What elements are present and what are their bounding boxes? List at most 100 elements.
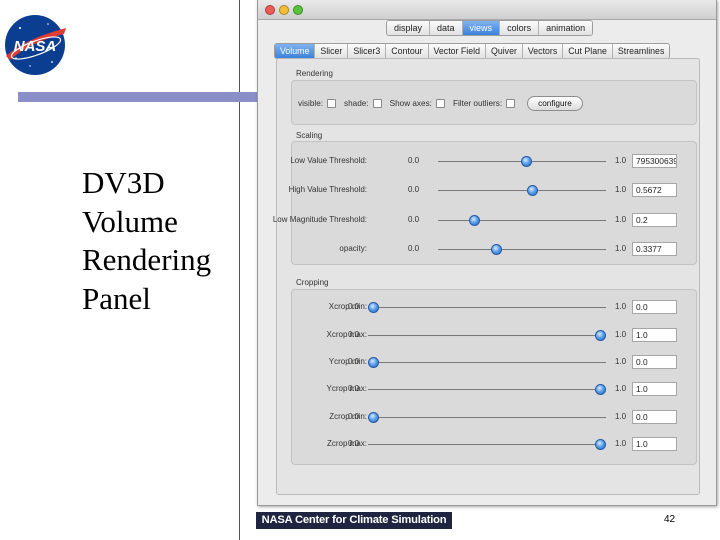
slider-knob[interactable] bbox=[368, 412, 379, 423]
slider-value-field[interactable]: 795300639 bbox=[632, 154, 677, 168]
rendering-group-label: Rendering bbox=[296, 69, 333, 78]
slider-max-label: 1.0 bbox=[615, 439, 627, 448]
slider-max-label: 1.0 bbox=[615, 244, 627, 253]
tab-animation[interactable]: animation bbox=[539, 21, 593, 35]
slider-row: Low Value Threshold: 0.0 1.0 795300639 bbox=[264, 154, 684, 169]
slider-label: Zcrop max: bbox=[326, 439, 367, 448]
slider-track[interactable] bbox=[368, 417, 606, 419]
show-axes-label: Show axes: bbox=[389, 98, 432, 108]
slider-max-label: 1.0 bbox=[615, 384, 627, 393]
slider-min-label: 0.0 bbox=[348, 384, 360, 393]
tab-vector-field[interactable]: Vector Field bbox=[428, 44, 486, 58]
slider-max-label: 1.0 bbox=[615, 357, 627, 366]
slider-knob[interactable] bbox=[491, 244, 503, 255]
cropping-group-label: Cropping bbox=[296, 278, 329, 287]
slider-track[interactable] bbox=[438, 220, 606, 222]
tab-streamlines[interactable]: Streamlines bbox=[612, 44, 670, 58]
slider-min-label: 0.0 bbox=[348, 412, 360, 421]
volume-settings-pane bbox=[276, 58, 700, 495]
slider-value-field[interactable]: 0.3377 bbox=[632, 242, 677, 256]
slider-row: opacity: 0.0 1.0 0.3377 bbox=[264, 242, 684, 257]
shade-checkbox[interactable] bbox=[372, 98, 382, 108]
slide-title-line: Panel bbox=[82, 280, 151, 316]
tab-contour[interactable]: Contour bbox=[386, 44, 429, 58]
slider-max-label: 1.0 bbox=[615, 185, 627, 194]
slide-rule-horizontal bbox=[18, 92, 260, 102]
tab-volume[interactable]: Volume bbox=[275, 44, 316, 58]
slider-row: Zcrop min: 0.0 1.0 0.0 bbox=[264, 410, 684, 425]
window-titlebar[interactable] bbox=[258, 0, 716, 20]
slider-knob[interactable] bbox=[527, 185, 539, 196]
slider-track[interactable] bbox=[368, 444, 606, 446]
slider-max-label: 1.0 bbox=[615, 412, 627, 421]
slider-value-field[interactable]: 0.5672 bbox=[632, 183, 677, 197]
slider-value-field[interactable]: 1.0 bbox=[632, 328, 677, 342]
filter-outliers-label: Filter outliers: bbox=[452, 98, 503, 108]
slider-track[interactable] bbox=[368, 335, 606, 337]
slide-title-line: Rendering bbox=[82, 242, 212, 277]
slider-value-field[interactable]: 1.0 bbox=[632, 382, 677, 396]
slider-label: Low Magnitude Threshold: bbox=[272, 215, 367, 224]
slider-max-label: 1.0 bbox=[615, 330, 627, 339]
scaling-group-label: Scaling bbox=[296, 131, 323, 140]
slider-knob[interactable] bbox=[595, 330, 606, 341]
slider-knob[interactable] bbox=[595, 439, 606, 450]
slider-min-label: 0.0 bbox=[348, 330, 360, 339]
slide-title: DV3D Volume Rendering Panel bbox=[82, 164, 242, 318]
slider-label: Xcrop max: bbox=[326, 330, 367, 339]
slider-label: opacity: bbox=[339, 244, 367, 253]
minimize-window-button[interactable] bbox=[279, 5, 289, 15]
slider-value-field[interactable]: 0.0 bbox=[632, 300, 677, 314]
tab-views[interactable]: views bbox=[462, 21, 501, 35]
slider-track[interactable] bbox=[368, 307, 606, 309]
slider-min-label: 0.0 bbox=[408, 185, 420, 194]
slider-track[interactable] bbox=[368, 389, 606, 391]
slider-label: Ycrop max: bbox=[326, 384, 367, 393]
slider-knob[interactable] bbox=[595, 384, 606, 395]
slider-value-field[interactable]: 0.0 bbox=[632, 410, 677, 424]
tab-slicer[interactable]: Slicer bbox=[315, 44, 349, 58]
rendering-options-row: visible: shade: Show axes: Filter outlie… bbox=[298, 95, 583, 111]
tab-slicer3[interactable]: Slicer3 bbox=[348, 44, 387, 58]
slider-track[interactable] bbox=[368, 362, 606, 364]
footer-banner: NASA Center for Climate Simulation bbox=[256, 512, 452, 529]
visible-checkbox[interactable] bbox=[327, 98, 337, 108]
slider-knob[interactable] bbox=[521, 156, 533, 167]
tab-colors[interactable]: colors bbox=[500, 21, 540, 35]
svg-text:NASA: NASA bbox=[14, 38, 57, 55]
slider-knob[interactable] bbox=[469, 215, 481, 226]
nasa-logo: NASA bbox=[5, 15, 66, 75]
show-axes-checkbox[interactable] bbox=[435, 98, 445, 108]
slider-row: High Value Threshold: 0.0 1.0 0.5672 bbox=[264, 183, 684, 198]
slider-row: Xcrop max: 0.0 1.0 1.0 bbox=[264, 328, 684, 343]
slider-label: Low Value Threshold: bbox=[290, 156, 367, 165]
slider-row: Zcrop max: 0.0 1.0 1.0 bbox=[264, 437, 684, 452]
slider-value-field[interactable]: 1.0 bbox=[632, 437, 677, 451]
slider-row: Xcrop min: 0.0 1.0 0.0 bbox=[264, 300, 684, 315]
filter-outliers-checkbox[interactable] bbox=[506, 98, 516, 108]
slider-max-label: 1.0 bbox=[615, 215, 627, 224]
visible-label: visible: bbox=[298, 98, 324, 108]
slider-label: High Value Threshold: bbox=[288, 185, 367, 194]
tab-cut-plane[interactable]: Cut Plane bbox=[563, 44, 613, 58]
zoom-window-button[interactable] bbox=[293, 5, 303, 15]
slider-row: Ycrop min: 0.0 1.0 0.0 bbox=[264, 355, 684, 370]
slider-value-field[interactable]: 0.2 bbox=[632, 213, 677, 227]
tab-vectors[interactable]: Vectors bbox=[522, 44, 564, 58]
slider-min-label: 0.0 bbox=[348, 357, 360, 366]
tab-data[interactable]: data bbox=[430, 21, 463, 35]
tab-quiver[interactable]: Quiver bbox=[485, 44, 523, 58]
slider-track[interactable] bbox=[438, 190, 606, 192]
slider-knob[interactable] bbox=[368, 302, 379, 313]
slider-min-label: 0.0 bbox=[348, 302, 360, 311]
close-window-button[interactable] bbox=[265, 5, 275, 15]
slider-min-label: 0.0 bbox=[408, 244, 420, 253]
configure-button[interactable]: configure bbox=[527, 95, 583, 111]
slider-row: Low Magnitude Threshold: 0.0 1.0 0.2 bbox=[264, 213, 684, 228]
slider-knob[interactable] bbox=[368, 357, 379, 368]
slider-row: Ycrop max: 0.0 1.0 1.0 bbox=[264, 382, 684, 397]
slider-value-field[interactable]: 0.0 bbox=[632, 355, 677, 369]
plot-type-tab-bar: Volume Slicer Slicer3 Contour Vector Fie… bbox=[274, 43, 671, 59]
slider-track[interactable] bbox=[438, 249, 606, 251]
tab-display[interactable]: display bbox=[387, 21, 431, 35]
